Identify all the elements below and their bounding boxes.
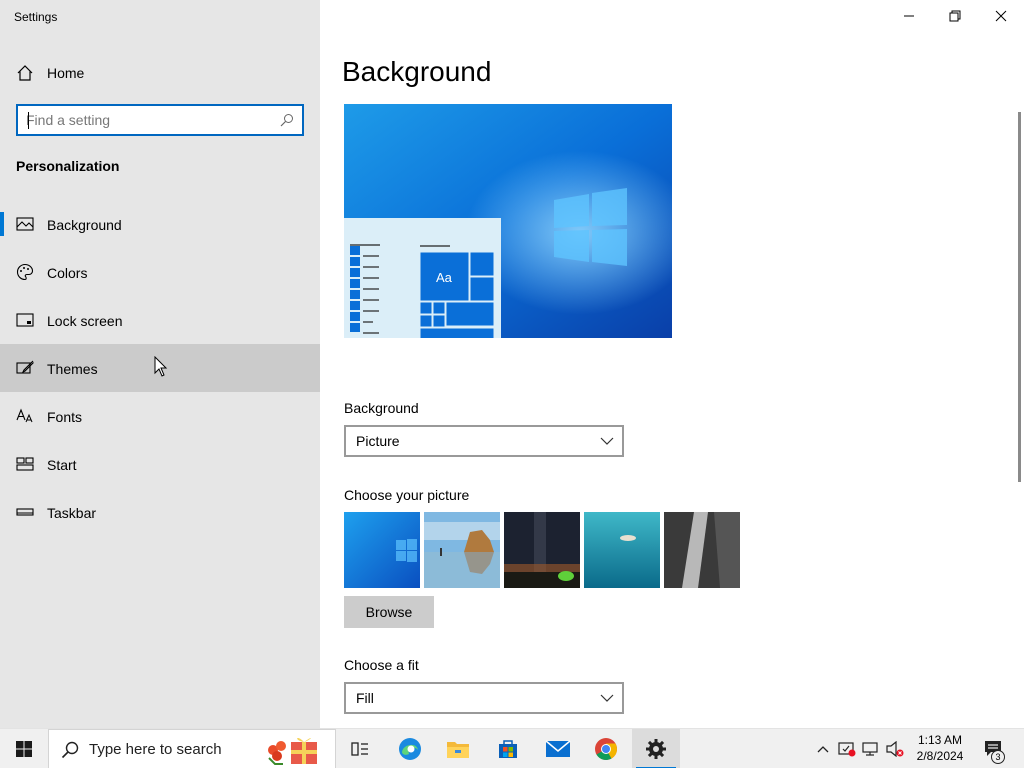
choose-picture-label: Choose your picture xyxy=(344,487,470,503)
sidebar-item-label: Themes xyxy=(47,361,98,377)
windows-logo-icon xyxy=(16,741,32,757)
taskbar-chrome[interactable] xyxy=(582,729,630,768)
sidebar-item-start[interactable]: Start xyxy=(0,440,320,488)
search-icon xyxy=(61,741,79,759)
taskbar-mail[interactable] xyxy=(534,729,582,768)
picture-thumbnail-beach[interactable] xyxy=(424,512,500,588)
sidebar-item-label: Fonts xyxy=(47,409,83,425)
sidebar-item-label: Colors xyxy=(47,265,88,281)
tray-network-button[interactable] xyxy=(860,729,882,768)
minimize-button[interactable] xyxy=(886,0,932,32)
clock-date: 2/8/2024 xyxy=(916,749,964,763)
store-icon xyxy=(499,740,517,758)
sidebar-item-taskbar[interactable]: Taskbar xyxy=(0,488,320,536)
start-button[interactable] xyxy=(0,729,48,768)
chevron-down-icon xyxy=(600,694,614,702)
scrollbar[interactable] xyxy=(1018,112,1021,482)
restore-button[interactable] xyxy=(932,0,978,32)
brush-icon xyxy=(16,360,34,374)
sidebar-item-label: Start xyxy=(47,457,77,473)
search-icon[interactable] xyxy=(280,113,294,127)
sidebar-item-themes[interactable]: Themes xyxy=(0,344,320,392)
tray-volume-button[interactable] xyxy=(884,729,906,768)
minimize-icon xyxy=(904,15,914,17)
taskbar-icon xyxy=(16,508,34,516)
desktop-preview-image xyxy=(344,104,672,338)
sidebar-item-lock-screen[interactable]: Lock screen xyxy=(0,296,320,344)
chevron-up-icon xyxy=(817,746,829,753)
beach-rocks-thumbnail xyxy=(424,512,500,588)
page-title: Background xyxy=(342,56,492,87)
lock-screen-icon xyxy=(16,313,34,327)
sidebar-item-colors[interactable]: Colors xyxy=(0,248,320,296)
picture-thumbnail-underwater[interactable] xyxy=(584,512,660,588)
preview-sample-text: Aa xyxy=(436,270,452,285)
close-icon xyxy=(995,10,1007,22)
app-title: Settings xyxy=(14,10,58,24)
gift-icon xyxy=(268,737,317,765)
taskbar-settings[interactable] xyxy=(632,729,680,768)
picture-thumbnail-windows[interactable] xyxy=(344,512,420,588)
night-sky-thumbnail xyxy=(504,512,580,588)
taskbar: Type here to search 1:13 AM 2/8/2024 3 xyxy=(0,728,1024,768)
notification-count-badge: 3 xyxy=(991,750,1005,764)
close-button[interactable] xyxy=(978,0,1024,32)
section-title: Personalization xyxy=(16,158,120,174)
edge-icon xyxy=(399,738,421,760)
chrome-icon xyxy=(595,738,617,760)
rock-waterfall-thumbnail xyxy=(664,512,740,588)
start-icon xyxy=(16,457,34,471)
settings-icon xyxy=(646,739,666,759)
volume-muted-icon xyxy=(886,741,904,757)
sidebar-item-label: Lock screen xyxy=(47,313,123,329)
sidebar-item-label: Taskbar xyxy=(47,505,97,521)
security-alert-icon xyxy=(838,742,856,757)
mail-icon xyxy=(545,740,571,757)
fit-value: Fill xyxy=(356,690,374,706)
taskbar-clock[interactable]: 1:13 AM 2/8/2024 xyxy=(910,732,970,764)
underwater-thumbnail xyxy=(584,512,660,588)
find-setting-input[interactable] xyxy=(26,111,276,129)
task-view-button[interactable] xyxy=(336,729,384,768)
taskbar-search-box[interactable]: Type here to search xyxy=(48,729,336,768)
sidebar-item-label: Background xyxy=(47,217,122,233)
taskbar-file-explorer[interactable] xyxy=(434,729,482,768)
settings-sidebar: Settings Home Personalization Background… xyxy=(0,0,320,728)
fit-dropdown[interactable]: Fill xyxy=(344,682,624,714)
action-center-button[interactable]: 3 xyxy=(978,729,1010,768)
sidebar-item-fonts[interactable]: Fonts xyxy=(0,392,320,440)
file-explorer-icon xyxy=(447,742,469,758)
fonts-icon xyxy=(16,408,33,423)
home-icon xyxy=(17,65,33,81)
home-label: Home xyxy=(47,65,85,81)
browse-button[interactable]: Browse xyxy=(344,596,434,628)
task-view-icon xyxy=(351,742,368,756)
taskbar-store[interactable] xyxy=(484,729,532,768)
choose-fit-label: Choose a fit xyxy=(344,657,419,673)
sidebar-item-background[interactable]: Background xyxy=(0,200,320,248)
tray-security-button[interactable] xyxy=(836,729,858,768)
show-hidden-icons-button[interactable] xyxy=(812,729,834,768)
clock-time: 1:13 AM xyxy=(917,733,963,747)
picture-thumbnail-night[interactable] xyxy=(504,512,580,588)
background-label: Background xyxy=(344,400,419,416)
background-type-value: Picture xyxy=(356,433,400,449)
mouse-cursor-icon xyxy=(154,356,168,377)
chevron-down-icon xyxy=(600,437,614,445)
restore-icon xyxy=(949,10,961,22)
background-type-dropdown[interactable]: Picture xyxy=(344,425,624,457)
home-nav-item[interactable]: Home xyxy=(0,56,320,90)
active-indicator xyxy=(0,212,4,236)
picture-icon xyxy=(16,217,34,231)
picture-thumbnail-rocks[interactable] xyxy=(664,512,740,588)
find-setting-search[interactable] xyxy=(16,104,304,136)
taskbar-edge[interactable] xyxy=(386,729,434,768)
text-caret xyxy=(28,112,29,129)
taskbar-search-placeholder: Type here to search xyxy=(89,741,222,758)
palette-icon xyxy=(17,263,34,281)
network-icon xyxy=(862,742,878,756)
background-preview: Aa xyxy=(344,104,672,338)
windows-wallpaper-thumbnail xyxy=(344,512,420,588)
